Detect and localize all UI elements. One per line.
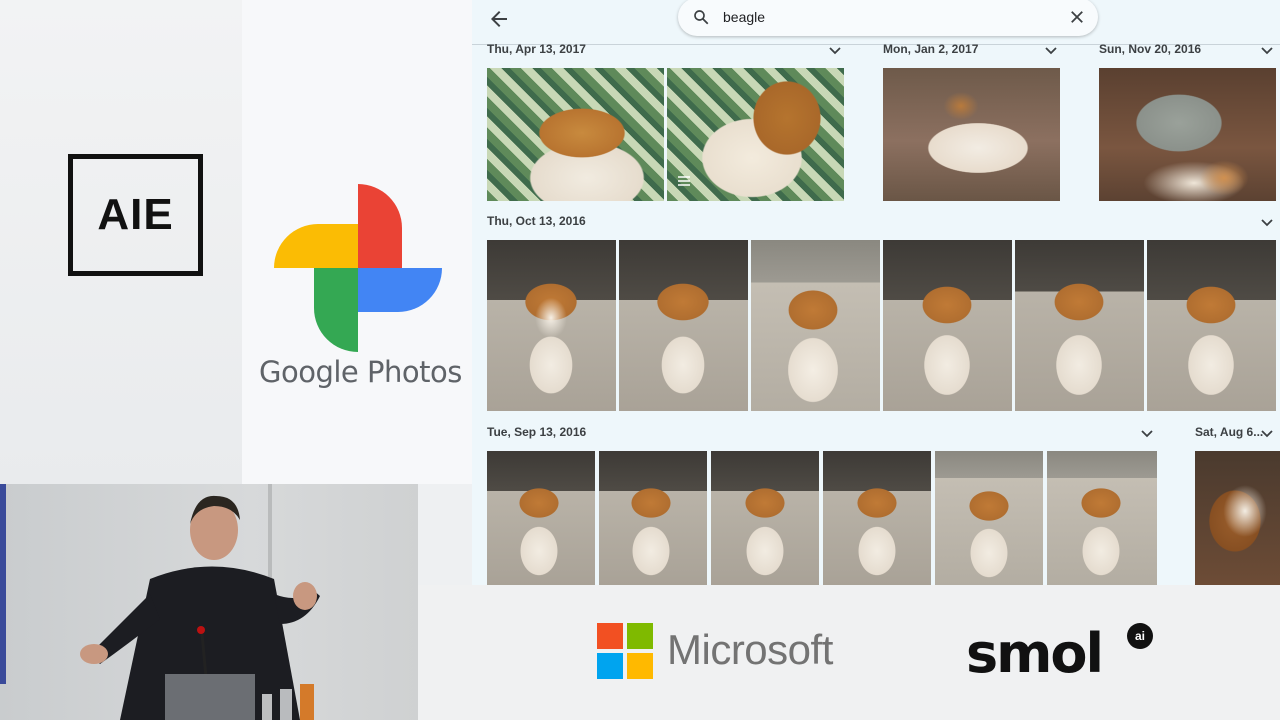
chevron-down-icon[interactable]: [1261, 429, 1273, 439]
photo-thumbnail[interactable]: [487, 68, 664, 201]
google-photos-pinwheel-icon: [274, 184, 442, 352]
photo-thumbnail[interactable]: [1047, 451, 1157, 585]
photo-thumbnail[interactable]: [711, 451, 819, 585]
group-date: Thu, Apr 13, 2017: [487, 42, 586, 56]
photo-thumbnail[interactable]: [619, 240, 748, 411]
search-toolbar: beagle: [472, 0, 1280, 45]
photos-search-results: beagle Thu, Apr 13, 2017 Mon, Jan 2, 201…: [472, 0, 1280, 585]
motion-photo-icon: [678, 176, 690, 186]
group-date: Sat, Aug 6...: [1195, 425, 1264, 439]
photo-thumbnail[interactable]: [883, 68, 1060, 201]
speaker-video: [0, 484, 418, 720]
photo-thumbnail[interactable]: [599, 451, 707, 585]
group-date: Sun, Nov 20, 2016: [1099, 42, 1202, 56]
smol-wordmark: smol: [966, 622, 1104, 685]
google-photos-wordmark: Google Photos: [259, 355, 462, 389]
speaker-figure: [0, 484, 320, 720]
arrow-left-icon[interactable]: [486, 7, 512, 31]
photo-thumbnail[interactable]: [487, 240, 616, 411]
chevron-down-icon[interactable]: [1141, 429, 1153, 439]
photo-thumbnail[interactable]: [1099, 68, 1276, 201]
group-date: Thu, Oct 13, 2016: [487, 214, 586, 228]
smol-ai-badge: ai: [1127, 623, 1153, 649]
search-query: beagle: [723, 9, 766, 25]
photo-thumbnail[interactable]: [1195, 451, 1280, 585]
search-icon: [694, 10, 709, 25]
group-date: Mon, Jan 2, 2017: [883, 42, 979, 56]
chevron-down-icon[interactable]: [1261, 46, 1273, 56]
photo-thumbnail[interactable]: [487, 451, 595, 585]
photo-thumbnail[interactable]: [667, 68, 844, 201]
photo-thumbnail[interactable]: [1015, 240, 1144, 411]
microsoft-wordmark: Microsoft: [667, 626, 833, 673]
chevron-down-icon[interactable]: [829, 46, 841, 56]
search-input[interactable]: beagle: [678, 0, 1098, 36]
photo-thumbnail[interactable]: [751, 240, 880, 411]
chevron-down-icon[interactable]: [1045, 46, 1057, 56]
photo-thumbnail[interactable]: [823, 451, 931, 585]
close-icon[interactable]: [1068, 8, 1086, 26]
photo-thumbnail[interactable]: [883, 240, 1012, 411]
aie-logo: AIE: [68, 154, 203, 276]
sponsor-bar: [418, 585, 1280, 720]
photo-thumbnail[interactable]: [935, 451, 1043, 585]
microsoft-logo-icon: [597, 623, 653, 679]
group-date: Tue, Sep 13, 2016: [487, 425, 587, 439]
chevron-down-icon[interactable]: [1261, 218, 1273, 228]
photo-thumbnail[interactable]: [1147, 240, 1276, 411]
